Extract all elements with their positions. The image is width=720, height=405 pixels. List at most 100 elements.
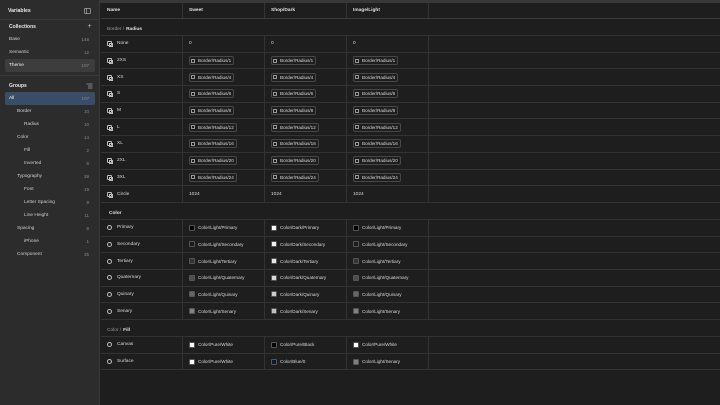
table-row[interactable]: Circle 1024 1024 1024 [101, 186, 720, 203]
color-alias-pill[interactable]: Color/Dark/Primary [271, 224, 319, 231]
variable-value-cell[interactable]: Color/Light/Quinary [183, 286, 265, 303]
group-item[interactable]: Radius 10 [5, 118, 95, 131]
group-item[interactable]: Letter Spacing 9 [5, 196, 95, 209]
variable-value-cell[interactable]: Border/Radius/1 [347, 52, 429, 69]
variable-value-cell[interactable]: 0 [183, 36, 265, 52]
group-item[interactable]: All 107 [5, 92, 95, 105]
variable-value-cell[interactable]: Color/Dark/Tertiary [265, 253, 347, 269]
variable-value-cell[interactable]: 1024 [265, 186, 347, 202]
table-row[interactable]: Senary Color/Light/Senary Color/Dark/Senar… [101, 303, 720, 320]
variable-name-cell[interactable]: XL [101, 136, 183, 152]
variable-name-cell[interactable]: Senary [101, 303, 183, 319]
alias-pill[interactable]: Border/Radius/24 [353, 172, 401, 182]
color-alias-pill[interactable]: Color/Light/Senary [353, 308, 400, 315]
variable-value-cell[interactable]: Border/Radius/16 [347, 136, 429, 152]
variable-value-cell[interactable]: 0 [347, 36, 429, 52]
variable-value-cell[interactable]: Color/Dark/Quaternary [265, 269, 347, 286]
add-collection-icon[interactable]: + [86, 23, 93, 30]
alias-pill[interactable]: Border/Radius/16 [271, 139, 319, 149]
variable-value-cell[interactable]: Border/Radius/8 [183, 102, 265, 119]
table-row[interactable]: XS Border/Radius/4 Border/Radius/4 Border/R… [101, 69, 720, 87]
color-alias-pill[interactable]: Color/Light/Quaternary [353, 274, 408, 281]
variable-name-cell[interactable]: Canvas [101, 337, 183, 353]
variable-value-cell[interactable]: Border/Radius/4 [183, 69, 265, 86]
group-item[interactable]: iPhone 1 [5, 235, 95, 248]
color-alias-pill[interactable]: Color/Light/Senary [353, 358, 400, 365]
group-item[interactable]: Border 10 [5, 105, 95, 118]
variable-value-cell[interactable]: Color/Light/Secondary [183, 236, 265, 253]
variable-value-cell[interactable]: Color/Pure/Black [265, 337, 347, 353]
collection-item[interactable]: Semantic 12 [5, 46, 95, 59]
group-item[interactable]: Typography 39 [5, 170, 95, 183]
alias-pill[interactable]: Border/Radius/1 [189, 56, 235, 66]
color-alias-pill[interactable]: Color/Dark/Quaternary [271, 274, 326, 281]
color-alias-pill[interactable]: Color/Light/Quinary [189, 291, 238, 298]
alias-pill[interactable]: Border/Radius/6 [353, 89, 399, 99]
alias-pill[interactable]: Border/Radius/1 [353, 56, 399, 66]
alias-pill[interactable]: Border/Radius/6 [271, 89, 317, 99]
table-row[interactable]: Secondary Color/Light/Secondary Color/Dark… [101, 236, 720, 254]
table-row[interactable]: Quinary Color/Light/Quinary Color/Dark/Qui… [101, 286, 720, 304]
variable-value-cell[interactable]: Color/Light/Tertiary [347, 253, 429, 269]
variable-value-cell[interactable]: Color/Light/Senary [183, 303, 265, 319]
variable-value-cell[interactable]: Color/Pure/White [183, 353, 265, 370]
header-mode-sweet[interactable]: Sweet [183, 3, 265, 18]
table-row[interactable]: 2XL Border/Radius/20 Border/Radius/20 Borde… [101, 152, 720, 170]
variable-value-cell[interactable]: Border/Radius/12 [265, 119, 347, 136]
alias-pill[interactable]: Border/Radius/8 [353, 106, 399, 116]
variable-value-cell[interactable]: Border/Radius/6 [265, 86, 347, 102]
table-row[interactable]: M Border/Radius/8 Border/Radius/8 Border/Ra… [101, 102, 720, 120]
group-item[interactable]: Color 14 [5, 131, 95, 144]
table-row[interactable]: Tertiary Color/Light/Tertiary Color/Dark/T… [101, 253, 720, 270]
variable-name-cell[interactable]: None [101, 36, 183, 52]
variable-value-cell[interactable]: Border/Radius/1 [265, 52, 347, 69]
variable-name-cell[interactable]: S [101, 86, 183, 102]
alias-pill[interactable]: Border/Radius/6 [189, 89, 235, 99]
color-alias-pill[interactable]: Color/Light/Tertiary [353, 258, 401, 265]
variable-value-cell[interactable]: Border/Radius/6 [183, 86, 265, 102]
color-alias-pill[interactable]: Color/Pure/Black [271, 341, 314, 348]
variable-value-cell[interactable]: Color/Light/Primary [347, 219, 429, 236]
collection-item[interactable]: Theme 107 [5, 59, 95, 72]
color-alias-pill[interactable]: Color/Light/Primary [353, 224, 401, 231]
alias-pill[interactable]: Border/Radius/24 [271, 172, 319, 182]
group-item[interactable]: Fill 2 [5, 144, 95, 157]
variable-value-cell[interactable]: Color/Pure/White [183, 337, 265, 353]
variable-name-cell[interactable]: XS [101, 69, 183, 86]
color-alias-pill[interactable]: Color/Light/Primary [189, 224, 237, 231]
variable-name-cell[interactable]: Quinary [101, 286, 183, 303]
table-row[interactable]: None 0 0 0 [101, 36, 720, 53]
header-mode-image-light[interactable]: Image/Light [347, 3, 429, 18]
group-item[interactable]: Spacing 9 [5, 222, 95, 235]
variable-value-cell[interactable]: Border/Radius/12 [347, 119, 429, 136]
table-row[interactable]: S Border/Radius/6 Border/Radius/6 Border/Ra… [101, 86, 720, 103]
variable-name-cell[interactable]: L [101, 119, 183, 136]
header-mode-shop-dark[interactable]: Shop/Dark [265, 3, 347, 18]
variable-value-cell[interactable]: Color/Light/Quinary [347, 286, 429, 303]
variable-name-cell[interactable]: Surface [101, 353, 183, 370]
variable-value-cell[interactable]: Border/Radius/24 [265, 169, 347, 186]
color-alias-pill[interactable]: Color/Dark/Secondary [271, 241, 325, 248]
alias-pill[interactable]: Border/Radius/8 [189, 106, 235, 116]
variable-name-cell[interactable]: 2XS [101, 52, 183, 69]
alias-pill[interactable]: Border/Radius/20 [271, 156, 319, 166]
variable-value-cell[interactable]: Color/Light/Senary [347, 353, 429, 370]
collection-item[interactable]: Base 148 [5, 33, 95, 46]
color-alias-pill[interactable]: Color/Light/Quinary [353, 291, 402, 298]
variable-value-cell[interactable]: Border/Radius/20 [347, 152, 429, 169]
color-alias-pill[interactable]: Color/Dark/Tertiary [271, 258, 318, 265]
variable-value-cell[interactable]: 1024 [347, 186, 429, 202]
variable-value-cell[interactable]: Border/Radius/6 [347, 86, 429, 102]
table-row[interactable]: Quaternary Color/Light/Quaternary Color/Da… [101, 269, 720, 287]
variable-value-cell[interactable]: Border/Radius/4 [265, 69, 347, 86]
variable-value-cell[interactable]: Color/Light/Senary [347, 303, 429, 319]
alias-pill[interactable]: Border/Radius/4 [189, 72, 235, 82]
alias-pill[interactable]: Border/Radius/12 [189, 122, 237, 132]
color-alias-pill[interactable]: Color/Light/Secondary [189, 241, 243, 248]
table-row[interactable]: XL Border/Radius/16 Border/Radius/16 Border… [101, 136, 720, 153]
variable-name-cell[interactable]: Quaternary [101, 269, 183, 286]
variable-value-cell[interactable]: Border/Radius/16 [265, 136, 347, 152]
color-alias-pill[interactable]: Color/Pure/White [189, 341, 233, 348]
variable-value-cell[interactable]: Color/Dark/Senary [265, 303, 347, 319]
alias-pill[interactable]: Border/Radius/1 [271, 56, 317, 66]
